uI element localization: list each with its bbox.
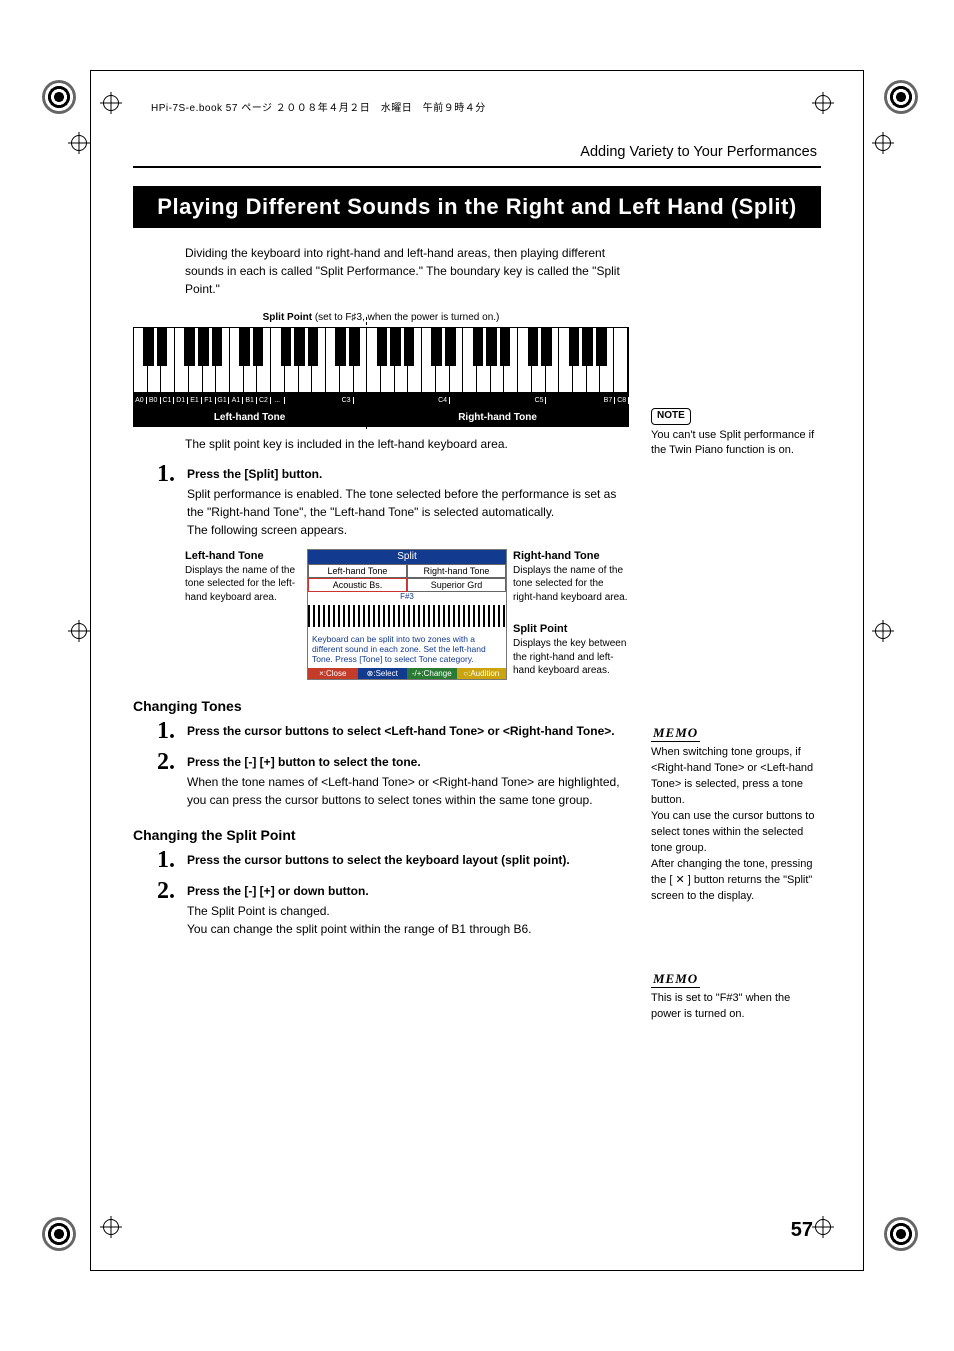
- side-column: NOTE You can't use Split performance if …: [651, 238, 821, 1025]
- split-point-caption-bold: Split Point: [263, 312, 312, 323]
- reg-cross: [68, 132, 90, 154]
- book-meta-line: HPi-7S-e.book 57 ページ ２００８年４月２日 水曜日 午前９時４…: [151, 99, 821, 114]
- changing-split-heading: Changing the Split Point: [133, 827, 629, 843]
- lcd-title: Split: [308, 550, 506, 564]
- step-number: 2.: [135, 749, 175, 809]
- left-hand-tone-label: Left-hand Tone: [133, 407, 366, 427]
- reg-cross: [872, 620, 894, 642]
- changing-split-step-2: 2. Press the [-] [+] or down button. The…: [135, 878, 629, 938]
- memo-badge: MEMO: [651, 971, 700, 988]
- crop-mark: [884, 1217, 918, 1251]
- memo-text-2: This is set to "F#3" when the power is t…: [651, 991, 821, 1023]
- reg-cross: [68, 620, 90, 642]
- note-text: You can't use Split performance if the T…: [651, 428, 821, 460]
- lcd-mini-keyboard: [308, 605, 506, 627]
- split-point-caption: (set to F♯3, when the power is turned on…: [312, 312, 499, 323]
- changing-tones-step-2: 2. Press the [-] [+] button to select th…: [135, 749, 629, 809]
- crop-mark: [42, 80, 76, 114]
- lcd-right-text: Displays the name of the tone selected f…: [513, 565, 628, 603]
- crop-mark: [42, 1217, 76, 1251]
- memo-text-1: When switching tone groups, if <Right-ha…: [651, 745, 821, 904]
- step-number: 1.: [135, 718, 175, 745]
- changing-tones-heading: Changing Tones: [133, 698, 629, 714]
- step-1: 1. Press the [Split] button. Split perfo…: [135, 461, 629, 539]
- step-number: 1.: [135, 847, 175, 874]
- lcd-message: Keyboard can be split into two zones wit…: [308, 631, 506, 668]
- lcd-right-head: Right-hand Tone: [513, 550, 600, 562]
- reg-cross: [872, 132, 894, 154]
- right-hand-tone-label: Right-hand Tone: [366, 407, 629, 427]
- section-banner: Playing Different Sounds in the Right an…: [133, 186, 821, 228]
- page-number: 57: [791, 1219, 813, 1242]
- page-frame: HPi-7S-e.book 57 ページ ２００８年４月２日 水曜日 午前９時４…: [90, 70, 864, 1271]
- step-body: The following screen appears.: [187, 521, 629, 539]
- lcd-right-tone-label: Right-hand Tone: [407, 564, 506, 578]
- lcd-diagram: Left-hand Tone Displays the name of the …: [185, 549, 629, 680]
- keyboard-key-labels: A0B0C1D1E1F1G1A1B1C2...C3C4C5B7C8: [133, 393, 629, 407]
- lcd-mini-label: F#3: [308, 592, 506, 601]
- step-body: You can change the split point within th…: [187, 920, 629, 938]
- changing-tones-step-1: 1. Press the cursor buttons to select <L…: [135, 718, 629, 745]
- step-title: Press the [Split] button.: [187, 467, 629, 481]
- step-body: Split performance is enabled. The tone s…: [187, 485, 629, 521]
- tone-bar: Left-hand Tone Right-hand Tone: [133, 407, 629, 427]
- lcd-right-tone-value: Superior Grd: [407, 578, 506, 592]
- crop-mark: [884, 80, 918, 114]
- lcd-left-tone-label: Left-hand Tone: [308, 564, 407, 578]
- lcd-footer: ×:Close⊗:Select-/+:Change○:Audition: [308, 668, 506, 679]
- keyboard-graphic: [133, 327, 629, 393]
- step-number: 1.: [135, 461, 175, 539]
- keyboard-diagram: Split Point (set to F♯3, when the power …: [133, 312, 629, 427]
- lcd-screen: Split Left-hand Tone Right-hand Tone Aco…: [307, 549, 507, 680]
- step-title: Press the cursor buttons to select <Left…: [187, 724, 629, 738]
- step-number: 2.: [135, 878, 175, 938]
- step-title: Press the [-] [+] button to select the t…: [187, 755, 629, 769]
- step-body: The Split Point is changed.: [187, 902, 629, 920]
- intro-text: Dividing the keyboard into right-hand an…: [185, 244, 629, 298]
- step-title: Press the cursor buttons to select the k…: [187, 853, 629, 867]
- lcd-sp-text: Displays the key between the right-hand …: [513, 638, 626, 676]
- lcd-left-tone-value: Acoustic Bs.: [308, 578, 407, 592]
- note-badge: NOTE: [651, 408, 691, 425]
- after-kbd-note: The split point key is included in the l…: [185, 437, 629, 451]
- step-body: When the tone names of <Left-hand Tone> …: [187, 773, 629, 809]
- main-column: Dividing the keyboard into right-hand an…: [133, 238, 629, 1025]
- head-rule: [133, 166, 821, 168]
- step-title: Press the [-] [+] or down button.: [187, 884, 629, 898]
- split-point-line: [366, 317, 367, 429]
- lcd-left-head: Left-hand Tone: [185, 550, 264, 562]
- lcd-left-text: Displays the name of the tone selected f…: [185, 565, 295, 603]
- lcd-sp-head: Split Point: [513, 623, 567, 635]
- changing-split-step-1: 1. Press the cursor buttons to select th…: [135, 847, 629, 874]
- running-head: Adding Variety to Your Performances: [133, 144, 821, 160]
- memo-badge: MEMO: [651, 725, 700, 742]
